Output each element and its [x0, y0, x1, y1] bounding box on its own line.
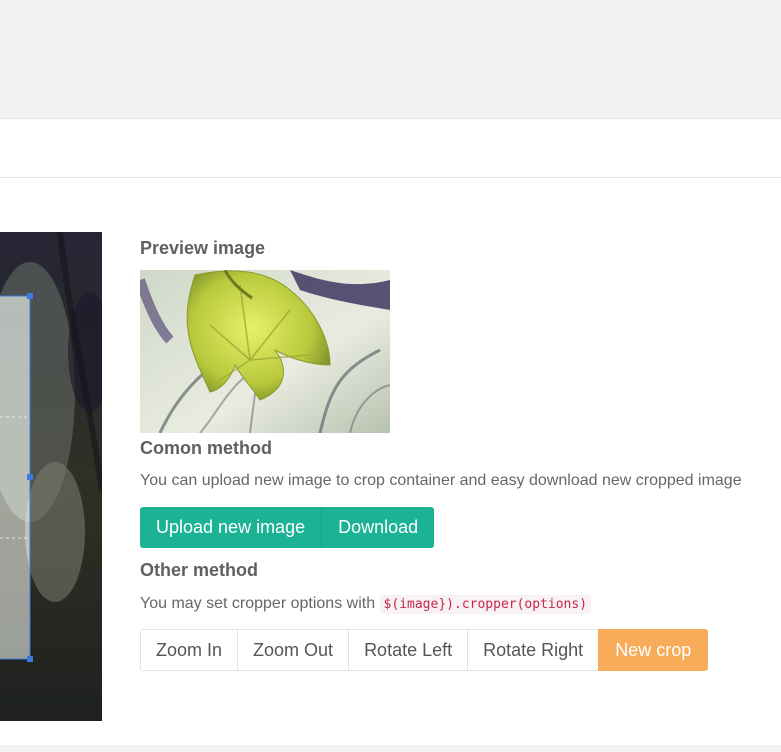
other-method-description-text: You may set cropper options with [140, 595, 376, 612]
rotate-left-button[interactable]: Rotate Left [348, 629, 469, 671]
page-header-band [0, 0, 781, 119]
breadcrumb-bar [0, 119, 781, 178]
new-crop-button[interactable]: New crop [598, 629, 709, 671]
zoom-out-button[interactable]: Zoom Out [237, 629, 350, 671]
page-footer-band [0, 745, 781, 752]
rotate-right-button[interactable]: Rotate Right [467, 629, 600, 671]
other-method-title: Other method [140, 560, 259, 580]
cropper-image-container[interactable] [0, 232, 102, 721]
crop-box[interactable] [0, 293, 33, 662]
download-button[interactable]: Download [321, 507, 435, 548]
cropper-image [0, 232, 102, 721]
other-method-description: You may set cropper options with $(image… [140, 595, 592, 614]
upload-new-image-button[interactable]: Upload new image [140, 507, 322, 548]
cropper-options-code: $(image}).cropper(options) [379, 595, 592, 614]
zoom-in-button[interactable]: Zoom In [140, 629, 239, 671]
common-method-description: You can upload new image to crop contain… [140, 472, 742, 489]
common-method-title: Comon method [140, 438, 272, 458]
cropper-controls: Zoom In Zoom Out Rotate Left Rotate Righ… [140, 629, 709, 671]
preview-title: Preview image [140, 238, 266, 258]
common-actions: Upload new image Download [140, 507, 435, 548]
preview-image [140, 270, 390, 433]
